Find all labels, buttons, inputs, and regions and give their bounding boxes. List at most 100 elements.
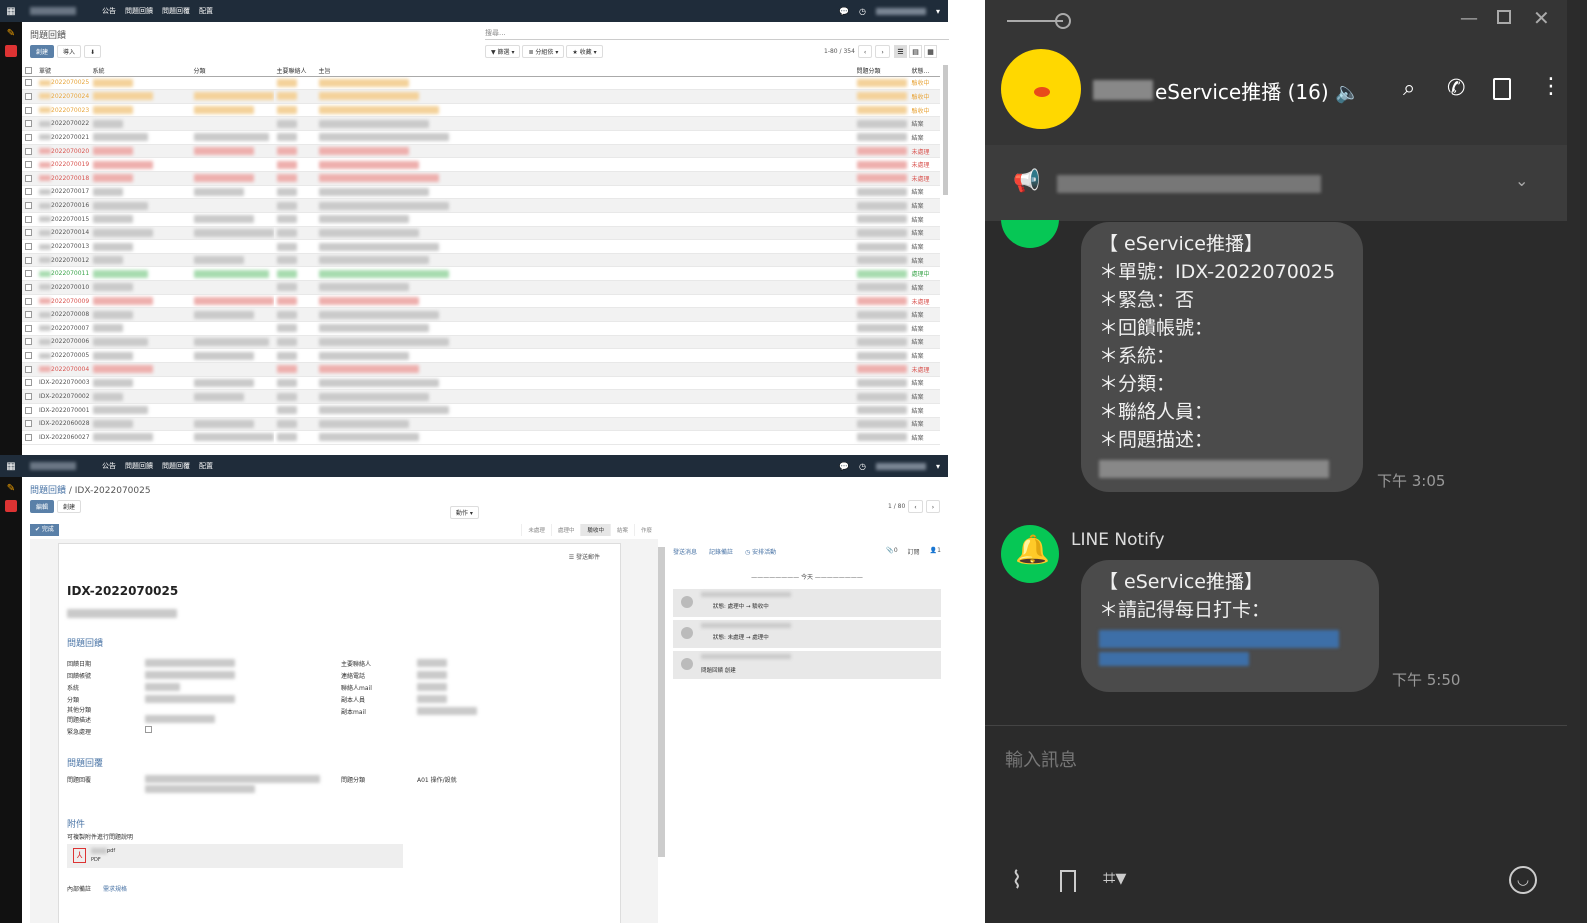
menu-item-announce[interactable]: 公告 xyxy=(102,6,116,16)
table-row[interactable]: IDX-2022070001 結案 xyxy=(22,403,940,418)
field-value[interactable] xyxy=(145,683,180,691)
pin-handle-icon[interactable] xyxy=(1055,13,1071,29)
col-subject[interactable]: 主旨 xyxy=(315,65,854,77)
field-value[interactable] xyxy=(145,659,235,667)
group-avatar[interactable] xyxy=(1001,49,1081,129)
list-scrollbar[interactable] xyxy=(943,65,948,195)
table-row[interactable]: 2022070025 驗收中 xyxy=(22,76,940,91)
menu-item-reply[interactable]: 問題回覆 xyxy=(162,461,190,471)
log-note-button[interactable]: 記錄備註 xyxy=(709,547,733,556)
field-value[interactable] xyxy=(145,671,235,679)
table-row[interactable]: 2022070009 未處理 xyxy=(22,294,940,309)
brand-logo[interactable] xyxy=(30,7,76,15)
stage-unprocessed[interactable]: 未處理 xyxy=(521,524,551,536)
row-checkbox[interactable] xyxy=(25,92,32,100)
table-row[interactable]: 2022070005 結案 xyxy=(22,348,940,363)
stage-void[interactable]: 作廢 xyxy=(633,524,658,536)
follow-button[interactable]: 訂閱 xyxy=(908,547,920,556)
row-checkbox[interactable] xyxy=(25,324,32,332)
message-input[interactable]: 輸入訊息 xyxy=(1005,746,1077,772)
create-button[interactable]: 創建 xyxy=(57,500,82,513)
table-row[interactable]: 2022070011 處理中 xyxy=(22,266,940,282)
notes-icon[interactable] xyxy=(1493,78,1511,100)
app-icon[interactable] xyxy=(5,500,17,512)
next-record-button[interactable]: › xyxy=(925,500,941,513)
row-checkbox[interactable] xyxy=(25,174,32,182)
link-redacted[interactable] xyxy=(1099,630,1339,648)
table-row[interactable]: 2022070015 結案 xyxy=(22,212,940,227)
send-mail-button[interactable]: ☰ 發送郵件 xyxy=(569,552,600,561)
create-button[interactable]: 創建 xyxy=(30,45,55,58)
apps-grid-icon[interactable]: ▦ xyxy=(0,6,22,17)
menu-item-feedback[interactable]: 問題回饋 xyxy=(125,6,153,16)
send-message-button[interactable]: 發送消息 xyxy=(673,547,697,556)
row-checkbox[interactable] xyxy=(25,79,32,87)
announcement-banner[interactable]: 📢 ⌄ xyxy=(985,145,1567,221)
bookmark-icon[interactable] xyxy=(1060,870,1076,892)
table-row[interactable]: 2022070013 結案 xyxy=(22,239,940,254)
brand-logo[interactable] xyxy=(30,462,76,470)
download-icon[interactable]: ⬇ xyxy=(84,45,102,58)
select-all-checkbox[interactable] xyxy=(25,66,32,74)
col-status[interactable]: 狀態... xyxy=(908,65,940,77)
menu-item-config[interactable]: 配置 xyxy=(199,6,213,16)
tab-spec[interactable]: 需求規格 xyxy=(103,884,127,893)
table-row[interactable]: IDX-2022070003 結案 xyxy=(22,376,940,391)
table-row[interactable]: IDX-2022060028 結案 xyxy=(22,417,940,432)
field-value[interactable] xyxy=(145,715,215,723)
reply-category-value[interactable]: A01 操作/設就 xyxy=(417,775,457,784)
done-button[interactable]: ✔ 完成 xyxy=(30,524,59,536)
favorites-button[interactable]: ★ 收藏 ▾ xyxy=(566,45,603,58)
field-value[interactable] xyxy=(417,683,447,691)
col-contact[interactable]: 主要聯絡人 xyxy=(273,65,316,77)
chat-icon[interactable]: 💬 xyxy=(839,7,849,16)
prev-page-button[interactable]: ‹ xyxy=(857,45,873,58)
row-checkbox[interactable] xyxy=(25,270,32,278)
crop-icon[interactable]: ⌗▾ xyxy=(1103,866,1126,891)
tab-internal-note[interactable]: 內部備註 xyxy=(67,884,91,893)
row-checkbox[interactable] xyxy=(25,283,32,291)
link-redacted-2[interactable] xyxy=(1099,652,1249,666)
breadcrumb-root[interactable]: 問題回饋 xyxy=(30,486,66,496)
col-issue-type[interactable]: 問題分類 xyxy=(853,65,909,77)
clock-icon[interactable]: ◷ xyxy=(859,462,866,471)
col-category[interactable]: 分類 xyxy=(190,65,274,77)
table-row[interactable]: 2022070010 結案 xyxy=(22,280,940,295)
table-row[interactable]: 2022070017 結案 xyxy=(22,185,940,200)
table-row[interactable]: 2022070022 結案 xyxy=(22,116,940,132)
table-row[interactable]: 2022070008 結案 xyxy=(22,307,940,323)
field-value[interactable] xyxy=(417,707,477,715)
table-row[interactable]: 2022070014 結案 xyxy=(22,226,940,241)
row-checkbox[interactable] xyxy=(25,133,32,141)
col-ticket[interactable]: 單號 xyxy=(36,65,90,77)
row-checkbox[interactable] xyxy=(25,147,32,155)
row-checkbox[interactable] xyxy=(25,215,32,223)
row-checkbox[interactable] xyxy=(25,243,32,250)
field-value[interactable] xyxy=(417,659,447,667)
list-view-icon[interactable]: ☰ xyxy=(894,45,907,58)
pager-value[interactable]: 1 / 80 xyxy=(888,503,905,510)
pager-value[interactable]: 1-80 / 354 xyxy=(824,48,855,55)
menu-item-feedback[interactable]: 問題回饋 xyxy=(125,461,153,471)
chevron-down-icon[interactable]: ▾ xyxy=(936,7,940,16)
row-checkbox[interactable] xyxy=(25,393,32,401)
col-system[interactable]: 系統 xyxy=(89,65,191,77)
import-button[interactable]: 導入 xyxy=(57,45,82,58)
search-input[interactable]: 搜尋... xyxy=(485,28,949,40)
more-icon[interactable]: ⋮ xyxy=(1540,74,1562,99)
paint-icon[interactable]: ✎ xyxy=(5,28,17,40)
row-checkbox[interactable] xyxy=(25,202,32,210)
field-value[interactable] xyxy=(417,671,447,679)
table-row[interactable]: 2022070023 驗收中 xyxy=(22,103,940,118)
calendar-view-icon[interactable]: ▤ xyxy=(909,45,922,58)
table-row[interactable]: 2022070004 未處理 xyxy=(22,362,940,377)
line-notify-avatar[interactable]: 🔔 xyxy=(1001,525,1059,583)
row-checkbox[interactable] xyxy=(25,188,32,196)
next-page-button[interactable]: › xyxy=(875,45,890,58)
stage-acceptance[interactable]: 驗收中 xyxy=(580,524,610,536)
table-row[interactable]: 2022070012 結案 xyxy=(22,253,940,268)
attach-icon[interactable]: ⌇ xyxy=(1011,866,1023,894)
groupby-button[interactable]: ≣ 分組依 ▾ xyxy=(522,45,565,58)
table-row[interactable]: 2022070006 結案 xyxy=(22,335,940,350)
prev-record-button[interactable]: ‹ xyxy=(908,500,923,513)
